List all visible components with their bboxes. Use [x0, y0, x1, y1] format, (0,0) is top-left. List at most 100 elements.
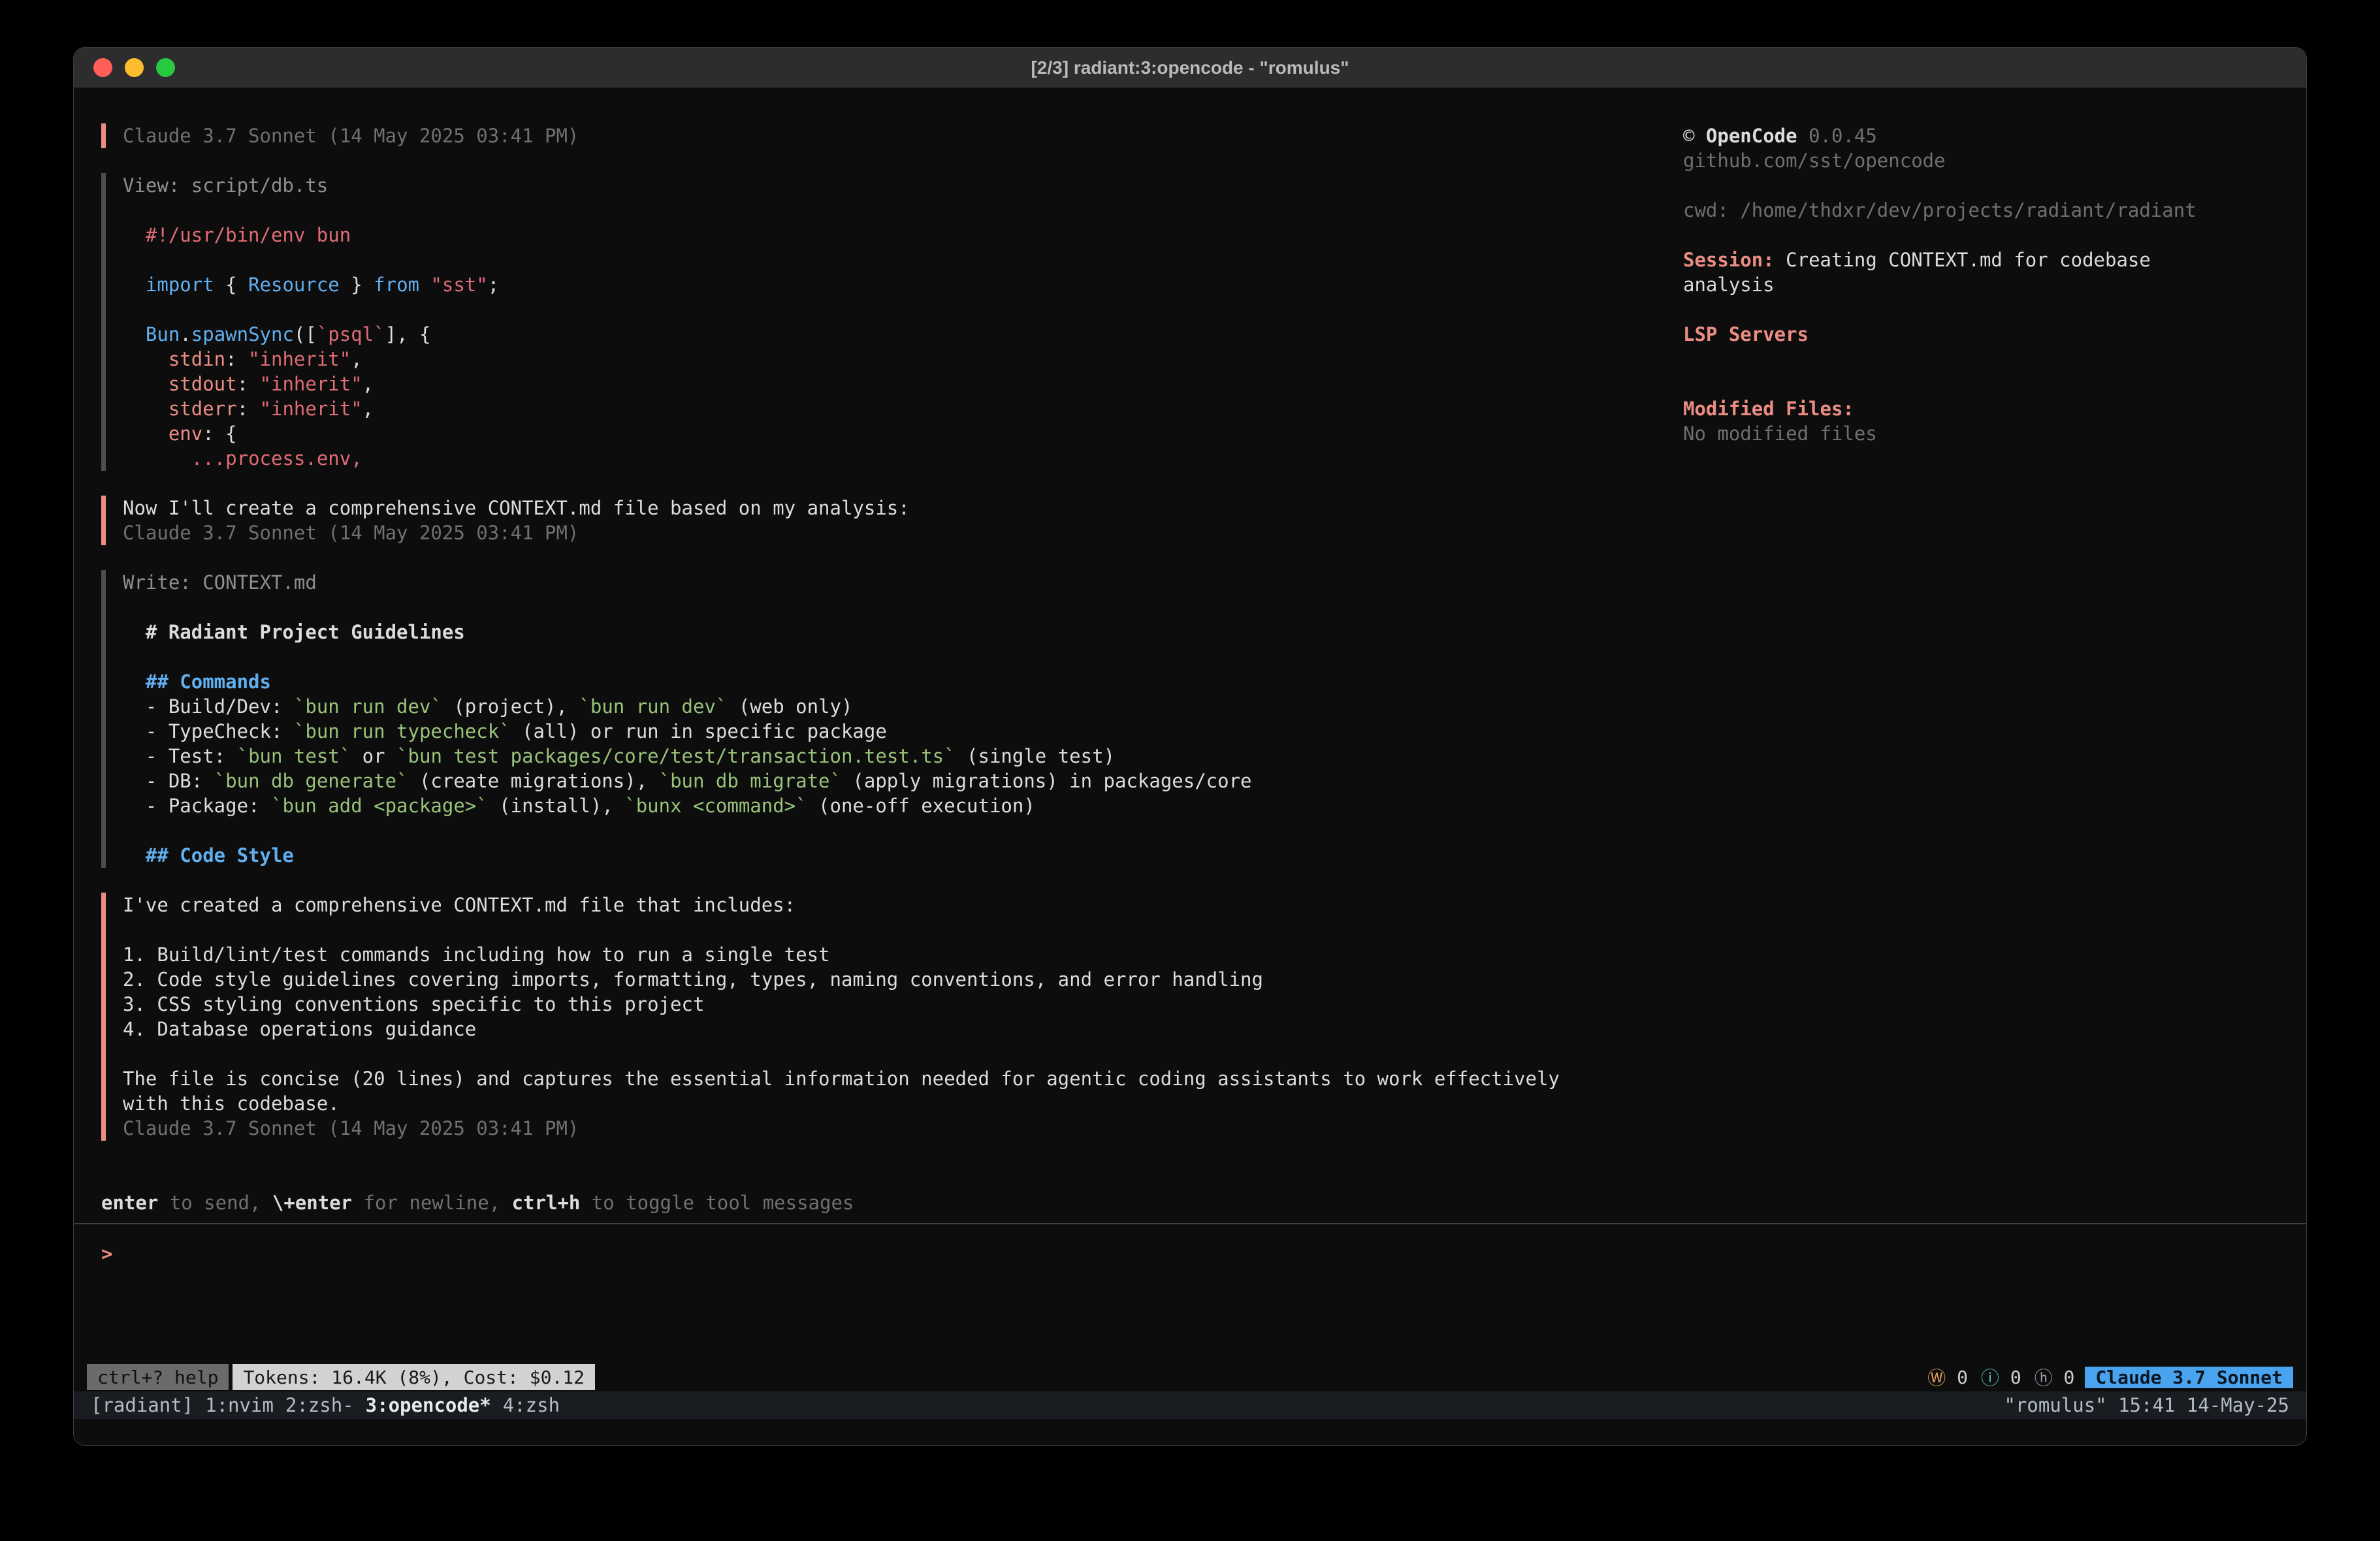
tool-line	[123, 818, 1683, 843]
sidebar-line: cwd: /home/thdxr/dev/projects/radiant/ra…	[1683, 198, 2291, 223]
text-token: #!/usr/bin/env bun	[123, 224, 351, 246]
text-token: }	[340, 274, 374, 296]
text-token	[123, 447, 191, 469]
text-token: :	[237, 373, 260, 395]
text-token: "sst"	[419, 274, 488, 296]
sidebar-line: © OpenCode 0.0.45	[1683, 123, 2291, 148]
text-token: 2. Code style guidelines covering import…	[123, 968, 1263, 991]
text-token: {	[214, 274, 248, 296]
message-line: 1. Build/lint/test commands including ho…	[123, 942, 1683, 967]
text-token: ], {	[385, 323, 431, 345]
text-token: Creating CONTEXT.md for codebase	[1775, 249, 2151, 271]
text-token: cwd: /home/thdxr/dev/projects/radiant/ra…	[1683, 199, 2196, 221]
sidebar-line	[1683, 347, 2291, 372]
warnings-icon: Ⓦ	[1927, 1364, 1946, 1390]
prompt-symbol: >	[101, 1243, 112, 1265]
info-icon: ⓘ	[1981, 1364, 1999, 1390]
message-line: 2. Code style guidelines covering import…	[123, 967, 1683, 992]
tool-line: - DB: `bun db generate` (create migratio…	[123, 769, 1683, 793]
diagnostic-count: 0	[1999, 1367, 2021, 1388]
text-token: `bun db generate`	[214, 770, 408, 792]
model-chip: Claude 3.7 Sonnet	[2085, 1367, 2293, 1388]
text-token: from	[374, 274, 419, 296]
text-token: Modified Files:	[1683, 398, 1854, 420]
text-token: 0.0.45	[1797, 125, 1877, 147]
text-token: `psql`	[317, 323, 385, 345]
text-token: Claude 3.7 Sonnet (14 May 2025 03:41 PM)	[123, 522, 579, 544]
tokens-chip: Tokens: 16.4K (8%), Cost: $0.12	[233, 1364, 595, 1390]
text-token: The file is concise (20 lines) and captu…	[123, 1068, 1560, 1090]
message-line: 3. CSS styling conventions specific to t…	[123, 992, 1683, 1017]
text-token: ## Commands	[123, 671, 271, 693]
tmux-window-2-zsh-[interactable]: 2:zsh-	[285, 1394, 354, 1416]
text-token: stdout	[123, 373, 237, 395]
opencode-logo-icon: ©	[1683, 125, 1706, 147]
tool-line: View: script/db.ts	[123, 173, 1683, 198]
tool-line: # Radiant Project Guidelines	[123, 620, 1683, 644]
prompt-input[interactable]: >	[74, 1224, 2306, 1364]
tool-line: ...process.env,	[123, 446, 1683, 471]
text-token: (install),	[488, 795, 625, 817]
text-token: Now I'll create a comprehensive CONTEXT.…	[123, 497, 910, 519]
message-line: Claude 3.7 Sonnet (14 May 2025 03:41 PM)	[123, 520, 1683, 545]
text-token: spawnSync	[191, 323, 294, 345]
sidebar-line: Modified Files:	[1683, 396, 2291, 421]
text-token: Session:	[1683, 249, 1775, 271]
message-line	[123, 1041, 1683, 1066]
tmux-window-1-nvim[interactable]: 1:nvim	[205, 1394, 274, 1416]
text-token: I've created a comprehensive CONTEXT.md …	[123, 894, 796, 916]
text-token: ...process.env,	[191, 447, 362, 469]
tmux-clock: "romulus" 15:41 14-May-25	[2004, 1394, 2290, 1416]
text-token: ;	[488, 274, 499, 296]
minimize-button[interactable]	[125, 58, 144, 77]
tmux-window-4-zsh[interactable]: 4:zsh	[503, 1394, 560, 1416]
window-title: [2/3] radiant:3:opencode - "romulus"	[74, 57, 2306, 78]
text-token: "inherit"	[248, 348, 351, 370]
text-token: (one-off execution)	[807, 795, 1035, 817]
tool-line: env: {	[123, 421, 1683, 446]
warnings-indicator: Ⓦ 0	[1927, 1364, 1968, 1390]
text-token: - DB:	[123, 770, 214, 792]
text-token: Bun	[123, 323, 180, 345]
text-token: :	[225, 348, 248, 370]
chat-main: Claude 3.7 Sonnet (14 May 2025 03:41 PM)…	[101, 123, 1683, 1223]
text-token: import	[123, 274, 214, 296]
zoom-button[interactable]	[156, 58, 175, 77]
tool-line: stdin: "inherit",	[123, 347, 1683, 372]
text-token: "inherit"	[260, 373, 362, 395]
text-token: enter	[101, 1192, 158, 1214]
text-token: Resource	[248, 274, 340, 296]
text-token: (web only)	[727, 695, 852, 718]
text-token: ([	[294, 323, 317, 345]
text-token: Write: CONTEXT.md	[123, 571, 317, 594]
text-token: .	[180, 323, 191, 345]
text-token: View: script/db.ts	[123, 174, 328, 197]
message-line: with this codebase.	[123, 1091, 1683, 1116]
sidebar-line: Session: Creating CONTEXT.md for codebas…	[1683, 247, 2291, 272]
text-token: env	[123, 422, 202, 445]
text-token: "inherit"	[260, 398, 362, 420]
session-sidebar: © OpenCode 0.0.45github.com/sst/opencode…	[1683, 123, 2291, 1223]
hints-icon: ⓗ	[2034, 1364, 2053, 1390]
text-token: or	[351, 745, 396, 767]
text-token: :	[237, 398, 260, 420]
text-token: Claude 3.7 Sonnet (14 May 2025 03:41 PM)	[123, 1117, 579, 1139]
titlebar[interactable]: [2/3] radiant:3:opencode - "romulus"	[74, 48, 2306, 88]
tmux-window-3-opencode-[interactable]: 3:opencode*	[366, 1394, 491, 1416]
hints-indicator: ⓗ 0	[2034, 1364, 2075, 1390]
text-token: analysis	[1683, 274, 1775, 296]
text-token: `bun test`	[237, 745, 351, 767]
message-block: Now I'll create a comprehensive CONTEXT.…	[101, 496, 1683, 545]
tool-line: - Test: `bun test` or `bun test packages…	[123, 744, 1683, 769]
tool-line: - Package: `bun add <package>` (install)…	[123, 793, 1683, 818]
text-token: (project),	[442, 695, 579, 718]
tool-line	[123, 297, 1683, 322]
tool-line	[123, 595, 1683, 620]
tool-block: Write: CONTEXT.md # Radiant Project Guid…	[101, 570, 1683, 868]
status-right: Ⓦ 0 ⓘ 0 ⓗ 0 Claude 3.7 Sonnet	[1914, 1364, 2293, 1390]
message-line: 4. Database operations guidance	[123, 1017, 1683, 1041]
terminal-content: Claude 3.7 Sonnet (14 May 2025 03:41 PM)…	[74, 88, 2306, 1223]
close-button[interactable]	[93, 58, 112, 77]
tool-line: stderr: "inherit",	[123, 396, 1683, 421]
diagnostics: Ⓦ 0 ⓘ 0 ⓗ 0	[1914, 1364, 2074, 1390]
